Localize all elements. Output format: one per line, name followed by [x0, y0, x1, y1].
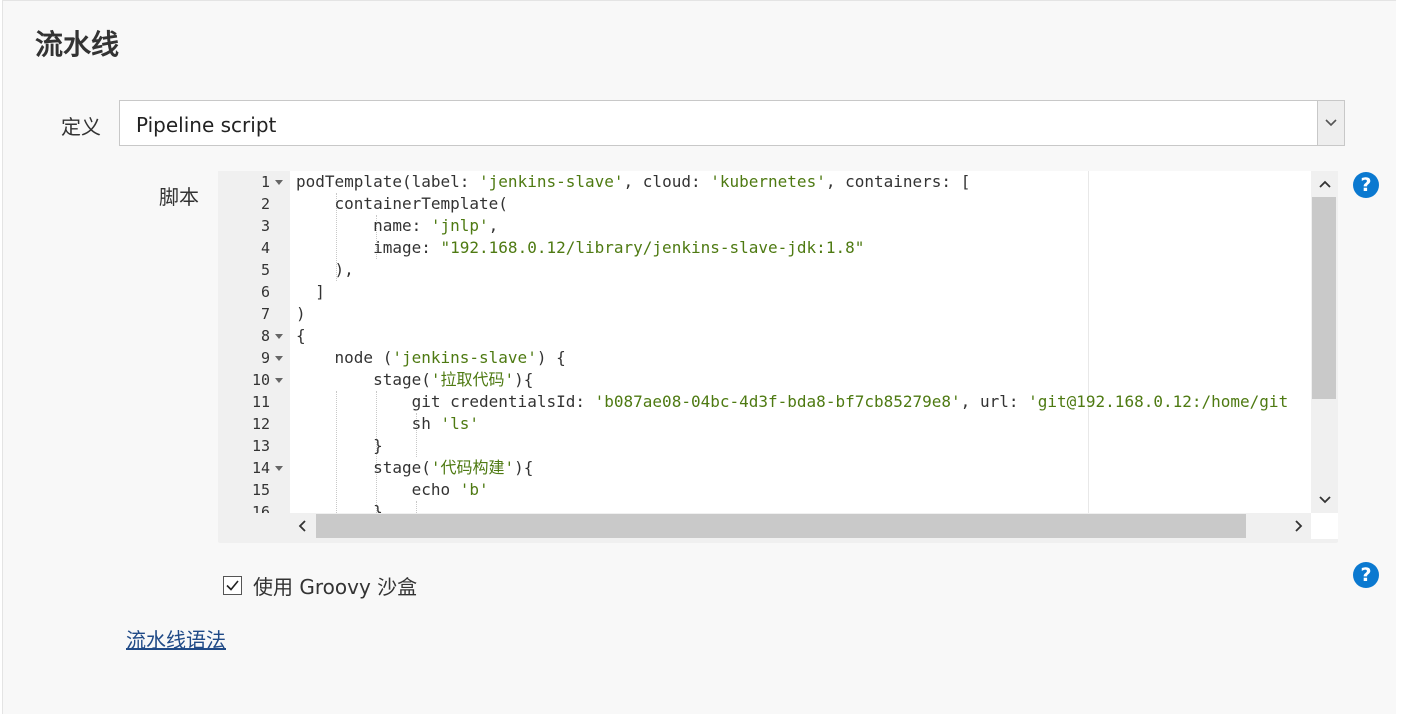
line-number: 5: [260, 261, 270, 279]
code-token: , cloud:: [623, 172, 711, 191]
groovy-sandbox-label[interactable]: 使用 Groovy 沙盒: [253, 571, 417, 600]
string-token: '拉取代码': [430, 370, 515, 389]
code-token: }: [296, 502, 383, 513]
string-token: 'jnlp': [430, 216, 489, 235]
code-line: }: [296, 501, 383, 513]
code-line: echo 'b': [296, 479, 489, 501]
chevron-down-icon[interactable]: [1311, 487, 1338, 513]
line-number: 4: [260, 239, 270, 257]
code-token: , containers: [: [825, 172, 971, 191]
code-line: }: [296, 435, 383, 457]
groovy-sandbox-checkbox[interactable]: [223, 576, 242, 595]
string-token: 'b087ae08-04bc-4d3f-bda8-bf7cb85279e8': [594, 392, 961, 411]
line-number: 6: [260, 283, 270, 301]
script-label: 脚本: [159, 185, 199, 209]
code-token: containerTemplate(: [296, 194, 508, 213]
chevron-right-icon[interactable]: [1287, 513, 1311, 539]
code-area[interactable]: podTemplate(label: 'jenkins-slave', clou…: [290, 171, 1311, 513]
print-margin: [1088, 171, 1089, 513]
scrollbar-corner: [1311, 513, 1338, 539]
line-number: 10: [251, 371, 270, 389]
string-token: "192.168.0.12/library/jenkins-slave-jdk:…: [440, 238, 865, 257]
fold-toggle-icon[interactable]: [275, 466, 283, 471]
script-editor[interactable]: 1234567891011121314151617 podTemplate(la…: [218, 171, 1338, 543]
pipeline-syntax-link[interactable]: 流水线语法: [126, 624, 226, 653]
help-icon[interactable]: ?: [1353, 562, 1379, 588]
code-line: podTemplate(label: 'jenkins-slave', clou…: [296, 171, 970, 193]
definition-label: 定义: [61, 115, 101, 139]
string-token: 'git@192.168.0.12:/home/git: [1028, 392, 1289, 411]
code-line: name: 'jnlp',: [296, 215, 498, 237]
line-number: 13: [251, 437, 270, 455]
code-token: {: [296, 326, 306, 345]
string-token: 'ls': [440, 414, 480, 433]
code-token: ): [296, 304, 306, 323]
code-token: sh: [296, 414, 441, 433]
fold-toggle-icon[interactable]: [275, 334, 283, 339]
line-number: 12: [251, 415, 270, 433]
code-token: ){: [514, 370, 534, 389]
code-line: sh 'ls': [296, 413, 479, 435]
line-number: 1: [260, 173, 270, 191]
code-token: echo: [296, 480, 460, 499]
fold-toggle-icon[interactable]: [275, 356, 283, 361]
code-token: stage(: [296, 370, 431, 389]
string-token: '代码构建': [430, 458, 515, 477]
chevron-left-icon[interactable]: [290, 513, 314, 539]
chevron-down-icon[interactable]: [1317, 101, 1344, 145]
horizontal-scrollbar[interactable]: [290, 513, 1311, 539]
chevron-up-icon[interactable]: [1311, 171, 1338, 197]
code-line: containerTemplate(: [296, 193, 508, 215]
code-line: {: [296, 325, 306, 347]
line-number: 8: [260, 327, 270, 345]
definition-select-value: Pipeline script: [136, 113, 277, 137]
code-token: git credentialsId:: [296, 392, 595, 411]
code-token: ),: [296, 260, 354, 279]
code-token: stage(: [296, 458, 431, 477]
code-token: ]: [296, 282, 325, 301]
line-number: 15: [251, 481, 270, 499]
string-token: 'jenkins-slave': [479, 172, 624, 191]
line-number: 14: [251, 459, 270, 477]
vertical-scroll-thumb[interactable]: [1312, 197, 1336, 399]
line-number: 16: [251, 503, 270, 513]
line-number: 7: [260, 305, 270, 323]
code-token: image:: [296, 238, 441, 257]
code-token: node (: [296, 348, 393, 367]
vertical-scrollbar[interactable]: [1311, 171, 1338, 513]
check-icon: [226, 580, 239, 591]
fold-toggle-icon[interactable]: [275, 180, 283, 185]
section-title: 流水线: [35, 28, 120, 61]
code-token: ) {: [536, 348, 566, 367]
code-line: node ('jenkins-slave') {: [296, 347, 566, 369]
pipeline-section: 流水线 定义 Pipeline script 脚本 1 2 3 4 5 6 7 8 9 10 11 1…: [2, 0, 1396, 714]
code-token: podTemplate(label:: [296, 172, 480, 191]
code-token: name:: [296, 216, 431, 235]
indent-guide: [416, 501, 417, 513]
code-token: ,: [488, 216, 499, 235]
line-number-gutter: 1234567891011121314151617: [218, 171, 290, 513]
code-line: ),: [296, 259, 354, 281]
string-token: 'b': [459, 480, 489, 499]
string-token: 'kubernetes': [710, 172, 826, 191]
code-line: ]: [296, 281, 325, 303]
line-number: 2: [260, 195, 270, 213]
code-line: stage('代码构建'){: [296, 457, 533, 479]
code-token: ){: [514, 458, 534, 477]
code-line: stage('拉取代码'){: [296, 369, 533, 391]
code-line: image: "192.168.0.12/library/jenkins-sla…: [296, 237, 864, 259]
code-token: , url:: [960, 392, 1029, 411]
code-token: }: [296, 436, 383, 455]
string-token: 'jenkins-slave': [392, 348, 537, 367]
line-number: 3: [260, 217, 270, 235]
line-number: 9: [260, 349, 270, 367]
fold-toggle-icon[interactable]: [275, 378, 283, 383]
definition-select[interactable]: Pipeline script: [119, 100, 1345, 146]
line-number: 11: [251, 393, 270, 411]
code-line: git credentialsId: 'b087ae08-04bc-4d3f-b…: [296, 391, 1289, 413]
horizontal-scroll-thumb[interactable]: [316, 514, 1246, 538]
code-line: ): [296, 303, 306, 325]
help-icon[interactable]: ?: [1353, 172, 1379, 198]
